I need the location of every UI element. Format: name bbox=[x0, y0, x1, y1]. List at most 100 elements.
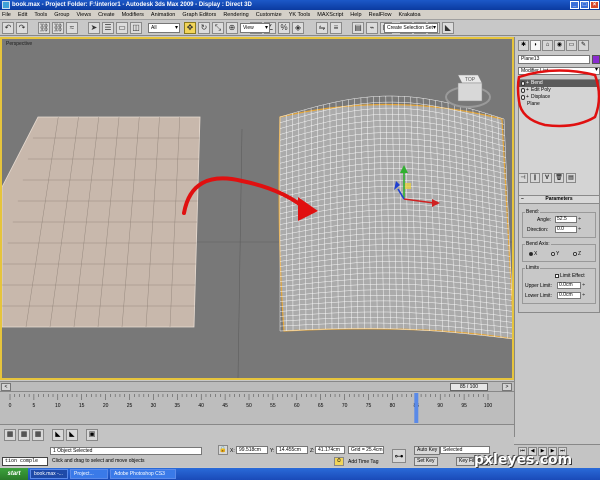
bend-group-title: Bend: bbox=[525, 209, 541, 215]
motion-tab-icon[interactable]: ◉ bbox=[554, 40, 565, 51]
time-slider-thumb[interactable]: 85 / 100 bbox=[450, 383, 488, 391]
lower-limit-spinner[interactable]: 0.0cm bbox=[557, 292, 585, 299]
axis-y-radio[interactable]: Y bbox=[551, 251, 559, 257]
viewport-label[interactable]: Perspective bbox=[6, 41, 32, 47]
parameters-rollout-title[interactable]: Parameters bbox=[519, 196, 599, 204]
time-next-icon[interactable]: > bbox=[502, 383, 512, 391]
move-icon[interactable]: ✥ bbox=[184, 22, 196, 34]
remove-modifier-icon[interactable]: 🗑 bbox=[554, 173, 564, 183]
taskbar-item[interactable]: Adobe Photoshop CS3 bbox=[110, 469, 176, 479]
percent-snap-icon[interactable]: % bbox=[278, 22, 290, 34]
x-coordinate-field[interactable]: 99.518cm bbox=[236, 446, 268, 454]
rect-select-icon[interactable]: ▭ bbox=[116, 22, 128, 34]
select-icon[interactable]: ➤ bbox=[88, 22, 100, 34]
menu-item-animation[interactable]: Animation bbox=[151, 12, 175, 18]
undo-icon[interactable]: ↶ bbox=[2, 22, 14, 34]
object-name-field[interactable]: Plane13 bbox=[518, 55, 590, 64]
menu-item-group[interactable]: Group bbox=[54, 12, 69, 18]
menu-item-customize[interactable]: Customize bbox=[256, 12, 282, 18]
angle-spinner[interactable]: 52.5 bbox=[555, 216, 581, 223]
display-tab-icon[interactable]: ▭ bbox=[566, 40, 577, 51]
link-icon[interactable]: ⛓ bbox=[38, 22, 50, 34]
taskbar-item[interactable]: Project... bbox=[70, 469, 108, 479]
minimize-button[interactable]: _ bbox=[570, 1, 579, 9]
viewcube[interactable]: TOP bbox=[445, 74, 491, 108]
bind-icon[interactable]: ≈ bbox=[66, 22, 78, 34]
layer-icon[interactable]: ▦ bbox=[4, 429, 16, 441]
perspective-viewport[interactable]: TOP Perspective bbox=[0, 37, 514, 380]
menu-item-help[interactable]: Help bbox=[350, 12, 361, 18]
window-crossing-icon[interactable]: ◫ bbox=[130, 22, 142, 34]
layers-icon[interactable]: ▤ bbox=[352, 22, 364, 34]
menu-item-file[interactable]: File bbox=[2, 12, 11, 18]
curve-editor-icon[interactable]: ⌁ bbox=[366, 22, 378, 34]
taskbar-item[interactable]: book.max -... bbox=[30, 469, 68, 479]
bent-plane[interactable] bbox=[278, 95, 512, 340]
set-key-button[interactable]: Set Key bbox=[414, 457, 438, 466]
show-end-result-icon[interactable]: ∥ bbox=[530, 173, 540, 183]
pivot-icon[interactable]: ⊕ bbox=[226, 22, 238, 34]
auto-key-button[interactable]: Auto Key bbox=[414, 446, 441, 455]
limit-effect-checkbox[interactable]: Limit Effect bbox=[555, 273, 585, 279]
y-coordinate-field[interactable]: 14.455cm bbox=[276, 446, 308, 454]
select-by-name-icon[interactable]: ☰ bbox=[102, 22, 114, 34]
scale-icon[interactable]: ⤡ bbox=[212, 22, 224, 34]
track-bar[interactable]: 0510152025303540455055606570758085909510… bbox=[0, 391, 514, 424]
direction-spinner[interactable]: 0.0 bbox=[555, 226, 581, 233]
layer-2-icon[interactable]: ▦ bbox=[18, 429, 30, 441]
axis-x-radio[interactable]: X bbox=[529, 251, 537, 257]
z-coordinate-field[interactable]: 41.174cm bbox=[315, 446, 345, 454]
mirror-icon[interactable]: ⇋ bbox=[316, 22, 328, 34]
render-region-icon[interactable]: ▣ bbox=[86, 429, 98, 441]
maxscript-listener-field[interactable]: tion comple bbox=[2, 457, 48, 466]
axis-z-radio[interactable]: Z bbox=[573, 251, 581, 257]
key-mode-icon[interactable]: ⊶ bbox=[392, 449, 406, 463]
x-label: X: bbox=[230, 448, 235, 454]
time-slider[interactable]: < 85 / 100 > bbox=[0, 381, 514, 391]
track-tick-label: 55 bbox=[270, 403, 276, 409]
menu-item-edit[interactable]: Edit bbox=[18, 12, 27, 18]
render-scene-icon[interactable]: ◣ bbox=[52, 429, 64, 441]
reference-coordinate-dropdown[interactable]: View bbox=[240, 23, 270, 33]
menu-item-realflow[interactable]: RealFlow bbox=[369, 12, 392, 18]
pin-stack-icon[interactable]: ⊣ bbox=[518, 173, 528, 183]
unlink-icon[interactable]: ⛓ bbox=[52, 22, 64, 34]
maximize-button[interactable]: □ bbox=[580, 1, 589, 9]
time-prev-icon[interactable]: < bbox=[1, 383, 11, 391]
menu-item-yk-tools[interactable]: YK Tools bbox=[289, 12, 311, 18]
menu-item-create[interactable]: Create bbox=[98, 12, 115, 18]
add-time-tag[interactable]: Add Time Tag bbox=[348, 459, 378, 465]
flat-plane[interactable] bbox=[2, 116, 201, 328]
stack-tools: ⊣ ∥ ∀ 🗑 ▤ bbox=[518, 173, 576, 183]
time-tag-icon[interactable]: ⏱ bbox=[334, 457, 344, 466]
configure-sets-icon[interactable]: ▤ bbox=[566, 173, 576, 183]
named-selection-set-dropdown[interactable]: Create Selection Set bbox=[384, 23, 438, 33]
create-tab-icon[interactable]: ✱ bbox=[518, 40, 529, 51]
align-icon[interactable]: ≡ bbox=[330, 22, 342, 34]
menu-item-views[interactable]: Views bbox=[77, 12, 92, 18]
angle-label: Angle: bbox=[537, 217, 552, 223]
quick-render-icon[interactable]: ◣ bbox=[66, 429, 78, 441]
rotate-icon[interactable]: ↻ bbox=[198, 22, 210, 34]
spinner-snap-icon[interactable]: ◈ bbox=[292, 22, 304, 34]
menu-item-graph-editors[interactable]: Graph Editors bbox=[182, 12, 216, 18]
window-controls: _ □ × bbox=[570, 1, 599, 9]
make-unique-icon[interactable]: ∀ bbox=[542, 173, 552, 183]
utilities-tab-icon[interactable]: ✎ bbox=[578, 40, 589, 51]
menu-item-modifiers[interactable]: Modifiers bbox=[122, 12, 144, 18]
hierarchy-tab-icon[interactable]: ⌂ bbox=[542, 40, 553, 51]
layer-3-icon[interactable]: ▦ bbox=[32, 429, 44, 441]
menu-item-krakatoa[interactable]: Krakatoa bbox=[399, 12, 421, 18]
close-button[interactable]: × bbox=[590, 1, 599, 9]
selection-filter-dropdown[interactable]: All bbox=[148, 23, 180, 33]
object-color-swatch[interactable] bbox=[592, 55, 600, 64]
menu-item-rendering[interactable]: Rendering bbox=[223, 12, 248, 18]
redo-icon[interactable]: ↷ bbox=[16, 22, 28, 34]
upper-limit-spinner[interactable]: 0.0cm bbox=[557, 282, 585, 289]
modify-tab-icon[interactable]: ◗ bbox=[530, 40, 541, 51]
start-button[interactable]: start bbox=[0, 468, 28, 480]
lock-selection-icon[interactable]: 🔒 bbox=[218, 445, 228, 455]
menu-item-tools[interactable]: Tools bbox=[34, 12, 47, 18]
menu-item-maxscript[interactable]: MAXScript bbox=[317, 12, 343, 18]
quick-render-icon[interactable]: ◣ bbox=[442, 22, 454, 34]
